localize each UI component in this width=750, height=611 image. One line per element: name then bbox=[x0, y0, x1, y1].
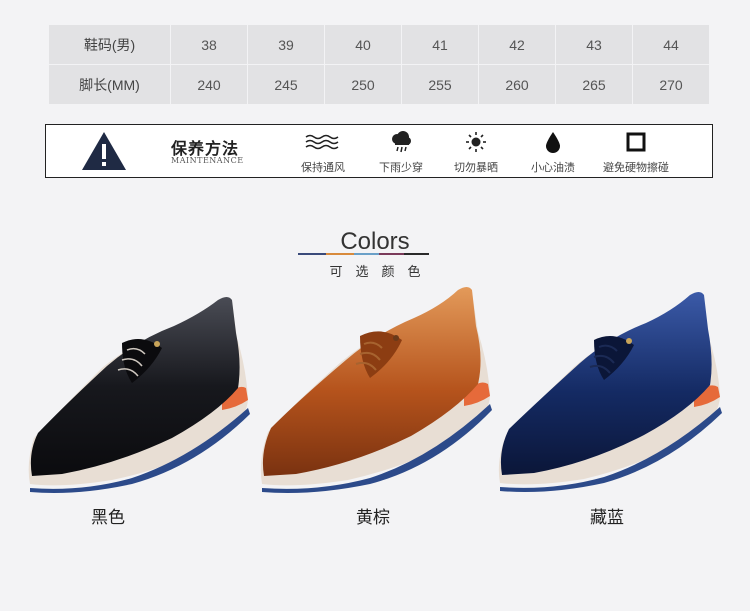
care-item-oil: 小心油渍 bbox=[523, 131, 583, 175]
care-item-scratch: 避免硬物擦碰 bbox=[596, 131, 676, 175]
shoe-brown-label: 黄棕 bbox=[356, 508, 390, 528]
warning-icon bbox=[82, 132, 126, 170]
wind-icon bbox=[305, 134, 339, 150]
square-icon bbox=[626, 132, 646, 152]
size-row-foot-length: 脚长(MM) 240 245 250 255 260 265 270 bbox=[48, 64, 710, 105]
care-item-ventilate: 保持通风 bbox=[293, 131, 353, 175]
shoe-black-label: 黑色 bbox=[91, 508, 125, 528]
length-cell: 250 bbox=[324, 64, 402, 105]
sun-icon bbox=[466, 132, 486, 152]
shoe-black-image bbox=[28, 297, 250, 493]
care-label: 下雨少穿 bbox=[379, 161, 423, 174]
maintenance-subtitle: MAINTENANCE bbox=[171, 156, 244, 165]
size-row-shoe-size: 鞋码(男) 38 39 40 41 42 43 44 bbox=[48, 24, 710, 65]
row-label: 脚长(MM) bbox=[48, 64, 171, 105]
care-label: 切勿暴晒 bbox=[454, 161, 498, 174]
size-table: 鞋码(男) 38 39 40 41 42 43 44 脚长(MM) 240 24… bbox=[48, 24, 710, 105]
care-item-rain: 下雨少穿 bbox=[371, 131, 431, 175]
colors-title: Colors bbox=[340, 228, 410, 255]
care-label: 避免硬物擦碰 bbox=[603, 161, 669, 174]
length-cell: 245 bbox=[247, 64, 325, 105]
colors-divider bbox=[298, 253, 429, 255]
size-cell: 42 bbox=[478, 24, 556, 65]
length-cell: 255 bbox=[401, 64, 479, 105]
size-cell: 38 bbox=[170, 24, 248, 65]
size-cell: 40 bbox=[324, 24, 402, 65]
size-cell: 39 bbox=[247, 24, 325, 65]
care-label: 保持通风 bbox=[301, 161, 345, 174]
care-item-sun: 切勿暴晒 bbox=[446, 131, 506, 175]
shoe-navy-image bbox=[498, 292, 722, 492]
row-label: 鞋码(男) bbox=[48, 24, 171, 65]
maintenance-panel: 保养方法 MAINTENANCE 保持通风 下雨少穿 切勿暴晒 小心油渍 避免硬… bbox=[45, 124, 713, 178]
shoe-navy-label: 藏蓝 bbox=[590, 508, 624, 528]
oil-drop-icon bbox=[546, 132, 560, 153]
care-label: 小心油渍 bbox=[531, 161, 575, 174]
shoe-brown-image bbox=[260, 287, 492, 493]
colors-subtitle: 可选颜色 bbox=[329, 265, 434, 280]
size-cell: 41 bbox=[401, 24, 479, 65]
rain-cloud-icon bbox=[392, 131, 411, 153]
length-cell: 265 bbox=[555, 64, 633, 105]
length-cell: 240 bbox=[170, 64, 248, 105]
size-cell: 44 bbox=[632, 24, 710, 65]
length-cell: 270 bbox=[632, 64, 710, 105]
length-cell: 260 bbox=[478, 64, 556, 105]
size-cell: 43 bbox=[555, 24, 633, 65]
